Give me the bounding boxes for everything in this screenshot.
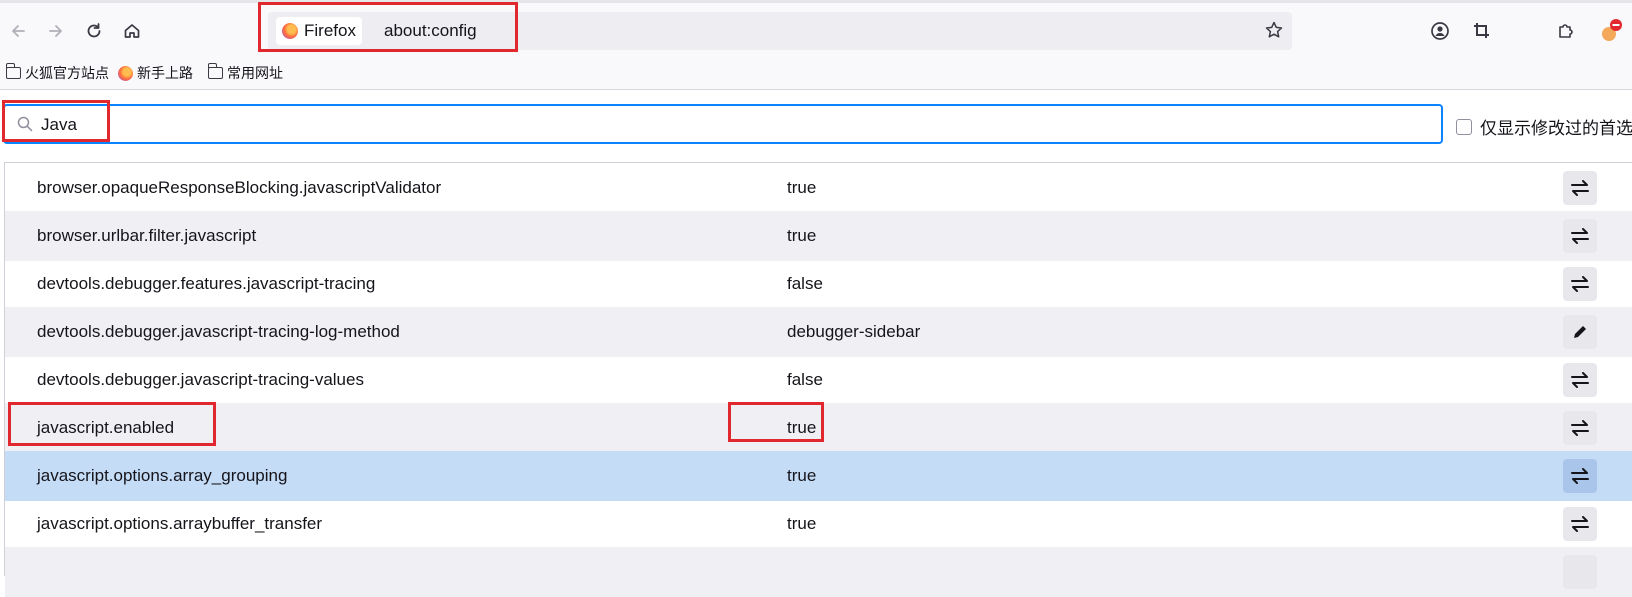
toggle-button[interactable] xyxy=(1563,555,1597,589)
home-button[interactable] xyxy=(118,17,146,45)
pref-value: false xyxy=(787,274,823,293)
account-button[interactable] xyxy=(1426,17,1454,45)
pref-name: devtools.debugger.javascript-tracing-val… xyxy=(37,370,364,389)
url-bar[interactable]: Firefox about:config xyxy=(268,12,1292,50)
toggle-icon xyxy=(1571,276,1589,292)
pref-value: true xyxy=(787,178,817,197)
pref-value: true xyxy=(787,226,817,245)
home-icon xyxy=(124,24,140,38)
pref-value: true xyxy=(787,466,817,485)
bookmark-label: 火狐官方站点 xyxy=(25,65,109,81)
forward-arrow-icon xyxy=(49,25,62,37)
bookmark-star-button[interactable] xyxy=(1264,20,1284,45)
bookmark-label: 常用网址 xyxy=(227,65,283,81)
pref-row[interactable]: devtools.debugger.javascript-tracing-val… xyxy=(5,355,1632,405)
firefox-logo-icon xyxy=(282,23,298,39)
bookmark-item[interactable]: 火狐官方站点 xyxy=(5,62,109,84)
pref-row[interactable]: devtools.debugger.features.javascript-tr… xyxy=(5,259,1632,309)
pref-row-partial xyxy=(5,547,1632,597)
bookmark-item[interactable]: 新手上路 xyxy=(118,62,193,84)
toggle-icon xyxy=(1571,228,1589,244)
show-modified-checkbox[interactable] xyxy=(1456,118,1472,135)
bookmarks-toolbar: 火狐官方站点 新手上路 常用网址 xyxy=(0,56,1632,90)
bookmark-label: 新手上路 xyxy=(137,65,193,81)
toggle-button[interactable] xyxy=(1563,507,1597,541)
search-icon xyxy=(17,116,33,132)
forward-button[interactable] xyxy=(42,17,70,45)
pref-name: devtools.debugger.features.javascript-tr… xyxy=(37,274,376,293)
search-input[interactable] xyxy=(39,112,1423,138)
toggle-button[interactable] xyxy=(1563,363,1597,397)
folder-icon xyxy=(207,63,223,79)
toggle-button[interactable] xyxy=(1563,171,1597,205)
pref-row[interactable]: javascript.enabled true xyxy=(5,403,1632,453)
star-icon xyxy=(1265,21,1283,38)
pref-row[interactable]: browser.urlbar.filter.javascript true xyxy=(5,211,1632,261)
pref-value: true xyxy=(787,418,817,437)
toggle-icon xyxy=(1571,420,1589,436)
search-row: 仅显示修改过的首选 xyxy=(0,90,1632,156)
pref-row-selected[interactable]: javascript.options.array_grouping true xyxy=(5,451,1632,501)
toggle-button[interactable] xyxy=(1563,411,1597,445)
toggle-icon xyxy=(1571,180,1589,196)
pref-value: true xyxy=(787,514,817,533)
puzzle-icon xyxy=(1559,24,1573,38)
url-text[interactable]: about:config xyxy=(384,21,477,41)
pref-row[interactable]: browser.opaqueResponseBlocking.javascrip… xyxy=(5,163,1632,213)
pref-name: javascript.options.array_grouping xyxy=(37,466,288,485)
nav-toolbar: Firefox about:config xyxy=(0,0,1632,56)
pref-value: false xyxy=(787,370,823,389)
screenshot-button[interactable] xyxy=(1468,17,1496,45)
pref-name: devtools.debugger.javascript-tracing-log… xyxy=(37,322,400,341)
show-modified-label: 仅显示修改过的首选 xyxy=(1480,119,1632,138)
pref-name: javascript.options.arraybuffer_transfer xyxy=(37,514,323,533)
prefs-table: browser.opaqueResponseBlocking.javascrip… xyxy=(4,162,1632,597)
addon-icon xyxy=(1602,19,1622,41)
folder-icon xyxy=(5,63,21,79)
extensions-button[interactable] xyxy=(1552,17,1580,45)
bookmark-item[interactable]: 常用网址 xyxy=(207,62,283,84)
pref-name: browser.urlbar.filter.javascript xyxy=(37,226,257,245)
reload-icon xyxy=(87,23,101,38)
reload-button[interactable] xyxy=(80,17,108,45)
crop-icon xyxy=(1474,23,1489,38)
toggle-button[interactable] xyxy=(1563,219,1597,253)
show-modified-toggle[interactable]: 仅显示修改过的首选 xyxy=(1456,114,1632,139)
pref-name: browser.opaqueResponseBlocking.javascrip… xyxy=(37,178,442,197)
pref-row[interactable]: devtools.debugger.javascript-tracing-log… xyxy=(5,307,1632,357)
search-box[interactable] xyxy=(3,104,1443,144)
toggle-icon xyxy=(1571,516,1589,532)
firefox-icon xyxy=(118,65,133,81)
pref-name: javascript.enabled xyxy=(37,418,175,437)
account-icon xyxy=(1431,22,1449,40)
toggle-icon xyxy=(1571,372,1589,388)
pref-row[interactable]: javascript.options.arraybuffer_transfer … xyxy=(5,499,1632,549)
toggle-button[interactable] xyxy=(1563,267,1597,301)
addon-button[interactable] xyxy=(1596,17,1624,45)
back-arrow-icon xyxy=(12,25,25,37)
identity-box[interactable]: Firefox xyxy=(276,17,362,45)
edit-button[interactable] xyxy=(1563,315,1597,349)
toggle-button[interactable] xyxy=(1563,459,1597,493)
identity-label: Firefox xyxy=(304,21,356,40)
toggle-icon xyxy=(1571,468,1589,484)
pref-value: debugger-sidebar xyxy=(787,322,921,341)
back-button[interactable] xyxy=(4,17,32,45)
edit-pencil-icon xyxy=(1574,326,1586,338)
